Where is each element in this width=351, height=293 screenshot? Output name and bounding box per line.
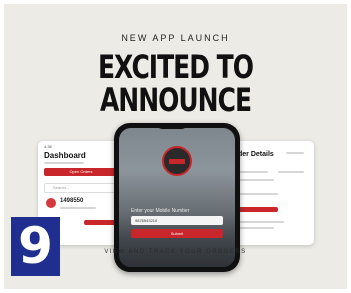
detail-line-6 xyxy=(238,227,274,229)
order-avatar-icon xyxy=(46,198,56,208)
logo-ribbon xyxy=(169,159,185,164)
headline-line-2: ANNOUNCE xyxy=(99,81,252,119)
brand-logo-icon xyxy=(162,146,192,176)
detail-line-2 xyxy=(278,171,304,173)
detail-line-1 xyxy=(238,171,268,173)
order-details-title: der Details xyxy=(238,151,274,158)
status-pill xyxy=(238,207,278,212)
headline-line-1: EXCITED TO xyxy=(97,48,254,86)
order-details-card: der Details xyxy=(228,141,314,245)
header-meta-line xyxy=(286,152,304,154)
phone-screen: Enter your Mobile Number Submit xyxy=(119,128,235,267)
status-time: 4:38 xyxy=(44,144,52,149)
submit-button[interactable]: Submit xyxy=(131,229,223,238)
detail-line-3 xyxy=(238,179,274,181)
mobile-number-label: Enter your Mobile Number xyxy=(131,208,190,214)
order-number: 1498550 xyxy=(60,198,84,204)
detail-line-5 xyxy=(238,221,284,223)
dashboard-title: Dashboard xyxy=(44,151,86,160)
kicker-text: NEW APP LAUNCH xyxy=(121,33,230,43)
open-orders-button[interactable]: Open Orders xyxy=(44,168,118,176)
mobile-number-input[interactable] xyxy=(131,216,223,225)
search-input[interactable]: Search... xyxy=(44,183,120,193)
number-badge: 9 xyxy=(11,217,60,276)
phone-notch xyxy=(157,123,187,129)
detail-line-4 xyxy=(238,193,278,195)
subtitle-line xyxy=(44,162,84,164)
order-meta-line xyxy=(60,207,96,209)
